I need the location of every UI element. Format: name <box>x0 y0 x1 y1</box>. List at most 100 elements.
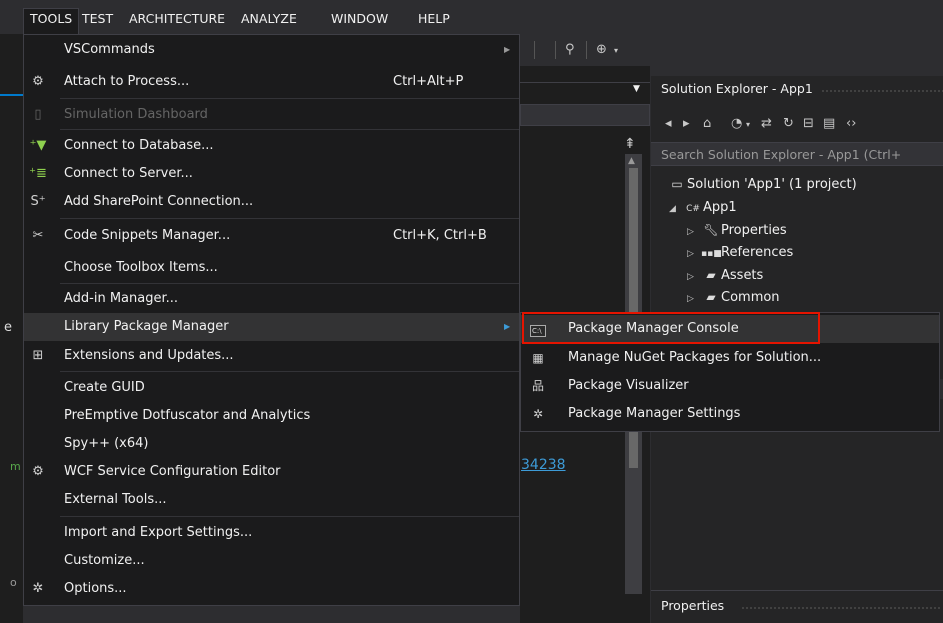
submenu-item-package-manager-settings[interactable]: ✲ Package Manager Settings <box>521 400 939 428</box>
menu-item-add-in-manager[interactable]: Add-in Manager... <box>24 285 519 313</box>
dropdown-chevron-icon[interactable]: ▾ <box>746 120 750 129</box>
menu-test[interactable]: TEST <box>82 9 113 34</box>
view-code-icon[interactable]: ‹› <box>846 116 856 131</box>
submenu-arrow-icon: ▶ <box>504 45 511 54</box>
sharepoint-icon: S⁺ <box>30 194 46 209</box>
submenu-item-package-visualizer[interactable]: 品 Package Visualizer <box>521 372 939 400</box>
menu-separator <box>60 371 519 372</box>
menu-item-spy-x64[interactable]: Spy++ (x64) <box>24 430 519 458</box>
gear-icon: ✲ <box>532 407 544 421</box>
gear-icon: ✲ <box>32 581 44 596</box>
tree-project[interactable]: ◢ C# App1 <box>669 200 737 215</box>
properties-title: Properties <box>661 598 725 613</box>
overflow-chevron-icon[interactable]: ▾ <box>614 46 618 55</box>
expand-triangle-icon[interactable]: ▷ <box>687 227 701 237</box>
solution-explorer-title: Solution Explorer - App1 <box>661 81 813 96</box>
menu-item-label: WCF Service Configuration Editor <box>64 464 281 479</box>
menu-item-shortcut: Ctrl+Alt+P <box>393 74 464 89</box>
menu-item-label: Customize... <box>64 553 145 568</box>
collapse-triangle-icon[interactable]: ◢ <box>669 204 683 214</box>
toolbar-separator <box>586 41 587 59</box>
menu-window[interactable]: WINDOW <box>331 9 388 34</box>
panel-grip <box>741 606 941 610</box>
tree-folder[interactable]: ▷ ▰ Common <box>687 290 780 305</box>
menu-item-connect-to-database[interactable]: ⁺▼ Connect to Database... <box>24 132 519 160</box>
menu-item-label: Add-in Manager... <box>64 291 179 306</box>
menu-item-import-export-settings[interactable]: Import and Export Settings... <box>24 519 519 547</box>
menu-item-label: Spy++ (x64) <box>64 436 149 451</box>
toolbar-separator <box>555 41 556 59</box>
tree-folder[interactable]: ▷ 🔧︎ Properties <box>687 223 787 238</box>
menu-item-label: Simulation Dashboard <box>64 107 208 122</box>
menu-item-label: Options... <box>64 581 127 596</box>
submenu-item-manage-nuget-packages[interactable]: ▦ Manage NuGet Packages for Solution... <box>521 344 939 372</box>
sync-icon[interactable]: ⇄ <box>761 116 772 131</box>
submenu-item-package-manager-console[interactable]: C:\ Package Manager Console <box>521 315 939 343</box>
menu-item-external-tools[interactable]: External Tools... <box>24 486 519 514</box>
find-in-files-icon[interactable]: ⚲ <box>565 42 575 57</box>
menu-item-label: Add SharePoint Connection... <box>64 194 254 209</box>
menu-item-label: Connect to Database... <box>64 138 214 153</box>
menu-item-label: Connect to Server... <box>64 166 193 181</box>
forward-icon[interactable]: ▸ <box>683 116 690 131</box>
menu-item-code-snippets-manager[interactable]: ✂ Code Snippets Manager... Ctrl+K, Ctrl+… <box>24 222 519 250</box>
expand-triangle-icon[interactable]: ▷ <box>687 294 701 304</box>
tree-folder[interactable]: ▷ ▪▪■References <box>687 245 793 260</box>
menu-bar: TOOLS TEST ARCHITECTURE ANALYZE WINDOW H… <box>0 0 943 34</box>
home-icon[interactable]: ⌂ <box>703 116 711 131</box>
menu-item-connect-to-server[interactable]: ⁺≣ Connect to Server... <box>24 160 519 188</box>
pending-changes-icon[interactable]: ◔ <box>731 116 742 131</box>
menu-item-attach-to-process[interactable]: ⚙ Attach to Process... Ctrl+Alt+P <box>24 68 519 96</box>
window-position-chevron-icon[interactable]: ▼ <box>633 84 640 94</box>
menu-item-choose-toolbox-items[interactable]: Choose Toolbox Items... <box>24 254 519 282</box>
find-zoom-icon[interactable]: ⊕ <box>596 42 607 57</box>
panel-grip <box>821 89 943 93</box>
tree-folder-label: Properties <box>721 223 787 238</box>
menu-tools[interactable]: TOOLS <box>23 8 80 34</box>
menu-item-preemptive-dotfuscator[interactable]: PreEmptive Dotfuscator and Analytics <box>24 402 519 430</box>
solution-explorer-toolbar: ◂ ▸ ⌂ ◔ ▾ ⇄ ↻ ⊟ ▤ ‹› <box>651 110 943 140</box>
menu-item-create-guid[interactable]: Create GUID <box>24 374 519 402</box>
submenu-item-label: Package Manager Settings <box>568 406 741 421</box>
menu-item-wcf-service-configuration-editor[interactable]: ⚙ WCF Service Configuration Editor <box>24 458 519 486</box>
menu-item-label: Library Package Manager <box>64 319 229 334</box>
toolbar-separator <box>534 41 535 59</box>
refresh-icon[interactable]: ↻ <box>783 116 794 131</box>
collapse-all-icon[interactable]: ⊟ <box>803 116 814 131</box>
menu-item-simulation-dashboard: ▯ Simulation Dashboard <box>24 101 519 129</box>
menu-help[interactable]: HELP <box>418 9 450 34</box>
scroll-up-arrow-icon[interactable]: ▲ <box>628 156 635 166</box>
menu-item-label: Choose Toolbox Items... <box>64 260 218 275</box>
solution-explorer-search[interactable]: Search Solution Explorer - App1 (Ctrl+ <box>651 142 943 166</box>
folder-icon: ▰ <box>706 268 716 282</box>
navigation-dropdown[interactable] <box>520 104 650 126</box>
menu-item-add-sharepoint-connection[interactable]: S⁺ Add SharePoint Connection... <box>24 188 519 216</box>
expand-triangle-icon[interactable]: ▷ <box>687 272 701 282</box>
editor-link[interactable]: 34238 <box>521 457 566 473</box>
menu-separator <box>60 283 519 284</box>
menu-architecture[interactable]: ARCHITECTURE <box>129 9 225 34</box>
menu-analyze[interactable]: ANALYZE <box>241 9 297 34</box>
menu-separator <box>60 98 519 99</box>
tree-solution[interactable]: ▭ Solution 'App1' (1 project) <box>667 177 856 192</box>
menu-item-vscommands[interactable]: VSCommands ▶ <box>24 36 519 64</box>
back-icon[interactable]: ◂ <box>665 116 672 131</box>
attach-process-icon: ⚙ <box>32 74 44 89</box>
menu-item-library-package-manager[interactable]: Library Package Manager ▶ <box>24 313 519 341</box>
tree-folder-label: Assets <box>721 268 764 283</box>
nuget-icon: ▦ <box>532 351 544 365</box>
tree-folder[interactable]: ▷ ▰ Assets <box>687 268 763 283</box>
submenu-item-label: Manage NuGet Packages for Solution... <box>568 350 822 365</box>
menu-item-options[interactable]: ✲ Options... <box>24 575 519 603</box>
show-all-files-icon[interactable]: ▤ <box>823 116 835 131</box>
menu-item-label: VSCommands <box>64 42 155 57</box>
menu-item-extensions-and-updates[interactable]: ⊞ Extensions and Updates... <box>24 342 519 370</box>
menu-item-label: External Tools... <box>64 492 167 507</box>
split-window-icon[interactable]: ⇞ <box>624 136 636 152</box>
menu-item-customize[interactable]: Customize... <box>24 547 519 575</box>
wcf-editor-icon: ⚙ <box>32 464 44 479</box>
menu-item-label: Attach to Process... <box>64 74 190 89</box>
submenu-item-label: Package Manager Console <box>568 321 739 336</box>
menu-item-label: PreEmptive Dotfuscator and Analytics <box>64 408 311 423</box>
expand-triangle-icon[interactable]: ▷ <box>687 249 701 259</box>
